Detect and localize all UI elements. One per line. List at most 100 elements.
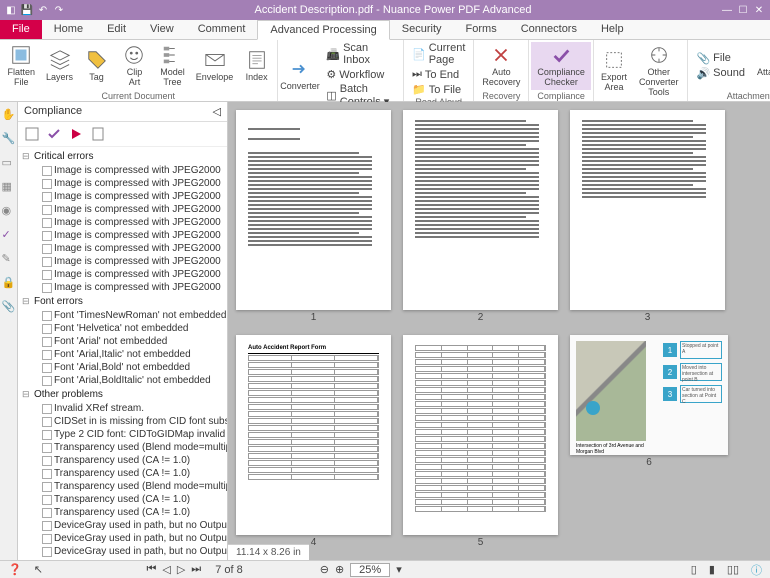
save-icon[interactable]: 💾 xyxy=(20,3,34,17)
sound-button[interactable]: 🔊Sound xyxy=(696,67,745,80)
page-thumbnail-5[interactable]: for(let i=0;i<24;i++)document.write('<di… xyxy=(403,335,558,535)
tree-item[interactable]: Image is compressed with JPEG2000 xyxy=(42,190,225,203)
thumbnails-icon[interactable]: ▦ xyxy=(2,180,16,194)
panel-collapse-icon[interactable]: ◁ xyxy=(213,105,221,118)
page-thumbnail-3[interactable]: for(let i=0;i<20;i++)document.write('<di… xyxy=(570,110,725,310)
tab-view[interactable]: View xyxy=(138,20,186,39)
tree-item[interactable]: Font 'Arial,Italic' not embedded xyxy=(42,348,225,361)
tree-item[interactable]: Transparency used (Blend mode=multiply xyxy=(42,480,225,493)
tool-icon[interactable]: ↖ xyxy=(34,563,43,576)
zoom-out-icon[interactable]: ⊖ xyxy=(320,563,329,576)
stamp-icon[interactable]: ◉ xyxy=(2,204,16,218)
tree-item[interactable]: Transparency used (CA != 1.0) xyxy=(42,467,225,480)
page-thumbnail-1[interactable]: for(let i=0;i<24;i++)document.write('<di… xyxy=(236,110,391,310)
maximize-icon[interactable]: ☐ xyxy=(736,3,750,17)
tree-item[interactable]: DeviceGray used in path, but no OutputIn… xyxy=(42,532,225,545)
hand-tool-icon[interactable]: ✋ xyxy=(2,108,16,122)
tab-advanced-processing[interactable]: Advanced Processing xyxy=(257,20,389,40)
clip-icon[interactable]: 📎 xyxy=(2,300,16,314)
page-thumbnail-6[interactable]: Intersection of 3rd Avenue and Morgan Bl… xyxy=(570,335,728,455)
info-icon[interactable]: ⓘ xyxy=(751,562,762,578)
file-attach-button[interactable]: 📎File xyxy=(696,52,745,65)
page-icon[interactable]: ▭ xyxy=(2,156,16,170)
flatten-file-button[interactable]: FlattenFile xyxy=(2,42,41,90)
zoom-dropdown-icon[interactable]: ▾ xyxy=(396,563,402,576)
index-button[interactable]: Index xyxy=(239,42,275,90)
tab-edit[interactable]: Edit xyxy=(95,20,138,39)
tab-comment[interactable]: Comment xyxy=(186,20,258,39)
compliance-checker-button[interactable]: ComplianceChecker xyxy=(531,42,591,90)
wrench-icon[interactable]: 🔧 xyxy=(2,132,16,146)
tree-group[interactable]: Other problems xyxy=(32,387,225,402)
page-thumbnail-4[interactable]: Auto Accident Report Formfor(let i=0;i<1… xyxy=(236,335,391,535)
auto-recovery-button[interactable]: AutoRecovery xyxy=(476,42,526,90)
scan-inbox-button[interactable]: 📠Scan Inbox xyxy=(326,42,395,66)
tree-item[interactable]: Image is compressed with JPEG2000 xyxy=(42,242,225,255)
attachments-panel-button[interactable]: AttachmentsPanel xyxy=(751,42,770,90)
tree-item[interactable]: Image is compressed with JPEG2000 xyxy=(42,164,225,177)
tab-home[interactable]: Home xyxy=(42,20,95,39)
signature-icon[interactable]: ✎ xyxy=(2,252,16,266)
options-icon[interactable] xyxy=(24,126,40,142)
help-icon[interactable]: ❓ xyxy=(8,563,22,576)
check-icon[interactable] xyxy=(46,126,62,142)
tree-item[interactable]: Type 2 CID font: CIDToGIDMap invalid or … xyxy=(42,428,225,441)
current-page-button[interactable]: 📄Current Page xyxy=(412,42,465,66)
tree-item[interactable]: Image is compressed with JPEG2000 xyxy=(42,216,225,229)
tab-connectors[interactable]: Connectors xyxy=(509,20,589,39)
tree-item[interactable]: Image is compressed with JPEG2000 xyxy=(42,268,225,281)
tree-item[interactable]: Transparency used (CA != 1.0) xyxy=(42,506,225,519)
first-page-icon[interactable]: ⏮ xyxy=(146,563,156,576)
check-icon[interactable]: ✓ xyxy=(2,228,16,242)
last-page-icon[interactable]: ⏭ xyxy=(191,563,201,576)
page-thumbnail-2[interactable]: for(let i=0;i<30;i++)document.write('<di… xyxy=(403,110,558,310)
model-tree-button[interactable]: ModelTree xyxy=(154,42,190,90)
tree-item[interactable]: Image is compressed with JPEG2000 xyxy=(42,203,225,216)
tab-forms[interactable]: Forms xyxy=(454,20,509,39)
tab-security[interactable]: Security xyxy=(390,20,454,39)
zoom-level[interactable]: 25% xyxy=(350,563,390,577)
tree-item[interactable]: DeviceGray used in path, but no OutputIn… xyxy=(42,545,225,558)
converter-button[interactable]: Converter xyxy=(280,42,321,108)
tree-item[interactable]: Invalid XRef stream. xyxy=(42,402,225,415)
next-page-icon[interactable]: ▷ xyxy=(177,563,185,576)
tree-item[interactable]: Transparency used (CA != 1.0) xyxy=(42,454,225,467)
redo-icon[interactable]: ↷ xyxy=(52,3,66,17)
tree-item[interactable]: Image is compressed with JPEG2000 xyxy=(42,255,225,268)
tab-file[interactable]: File xyxy=(0,20,42,39)
tree-item[interactable]: Font 'TimesNewRoman' not embedded xyxy=(42,309,225,322)
tab-help[interactable]: Help xyxy=(589,20,636,39)
layout-single-icon[interactable]: ▯ xyxy=(691,563,697,576)
tree-item[interactable]: Image is compressed with JPEG2000 xyxy=(42,177,225,190)
prev-page-icon[interactable]: ◁ xyxy=(162,563,170,576)
to-file-button[interactable]: 📁To File xyxy=(412,83,465,96)
layout-facing-icon[interactable]: ▯▯ xyxy=(727,563,739,576)
tree-item[interactable]: CIDSet in is missing from CID font subse… xyxy=(42,415,225,428)
tree-item[interactable]: Transparency used (CA != 1.0) xyxy=(42,493,225,506)
layout-cont-icon[interactable]: ▮ xyxy=(709,563,715,576)
to-end-button[interactable]: ⏭To End xyxy=(412,68,465,81)
clipart-button[interactable]: Clip Art xyxy=(115,42,155,90)
tree-group[interactable]: Font errors xyxy=(32,294,225,309)
layers-button[interactable]: Layers xyxy=(41,42,79,90)
tree-group[interactable]: Critical errors xyxy=(32,149,225,164)
tree-item[interactable]: Font 'Arial,BoldItalic' not embedded xyxy=(42,374,225,387)
export-area-button[interactable]: ExportArea xyxy=(596,42,632,100)
page-view[interactable]: for(let i=0;i<24;i++)document.write('<di… xyxy=(228,102,770,560)
undo-icon[interactable]: ↶ xyxy=(36,3,50,17)
tag-button[interactable]: Tag xyxy=(79,42,115,90)
envelope-button[interactable]: Envelope xyxy=(190,42,238,90)
other-converter-tools-button[interactable]: Other ConverterTools xyxy=(632,42,686,100)
tree-item[interactable]: Font 'Arial,Bold' not embedded xyxy=(42,361,225,374)
minimize-icon[interactable]: — xyxy=(720,3,734,17)
tree-item[interactable]: Image is compressed with JPEG2000 xyxy=(42,281,225,294)
tree-item[interactable]: Transparency used (Blend mode=multiply xyxy=(42,441,225,454)
tree-item[interactable]: Font 'Arial' not embedded xyxy=(42,335,225,348)
tree-item[interactable]: Font 'Helvetica' not embedded xyxy=(42,322,225,335)
compliance-tree[interactable]: Critical errorsImage is compressed with … xyxy=(18,147,227,560)
workflow-button[interactable]: ⚙Workflow xyxy=(326,68,395,81)
close-icon[interactable]: ✕ xyxy=(752,3,766,17)
lock-icon[interactable]: 🔒 xyxy=(2,276,16,290)
report-icon[interactable] xyxy=(90,126,106,142)
run-icon[interactable] xyxy=(68,126,84,142)
